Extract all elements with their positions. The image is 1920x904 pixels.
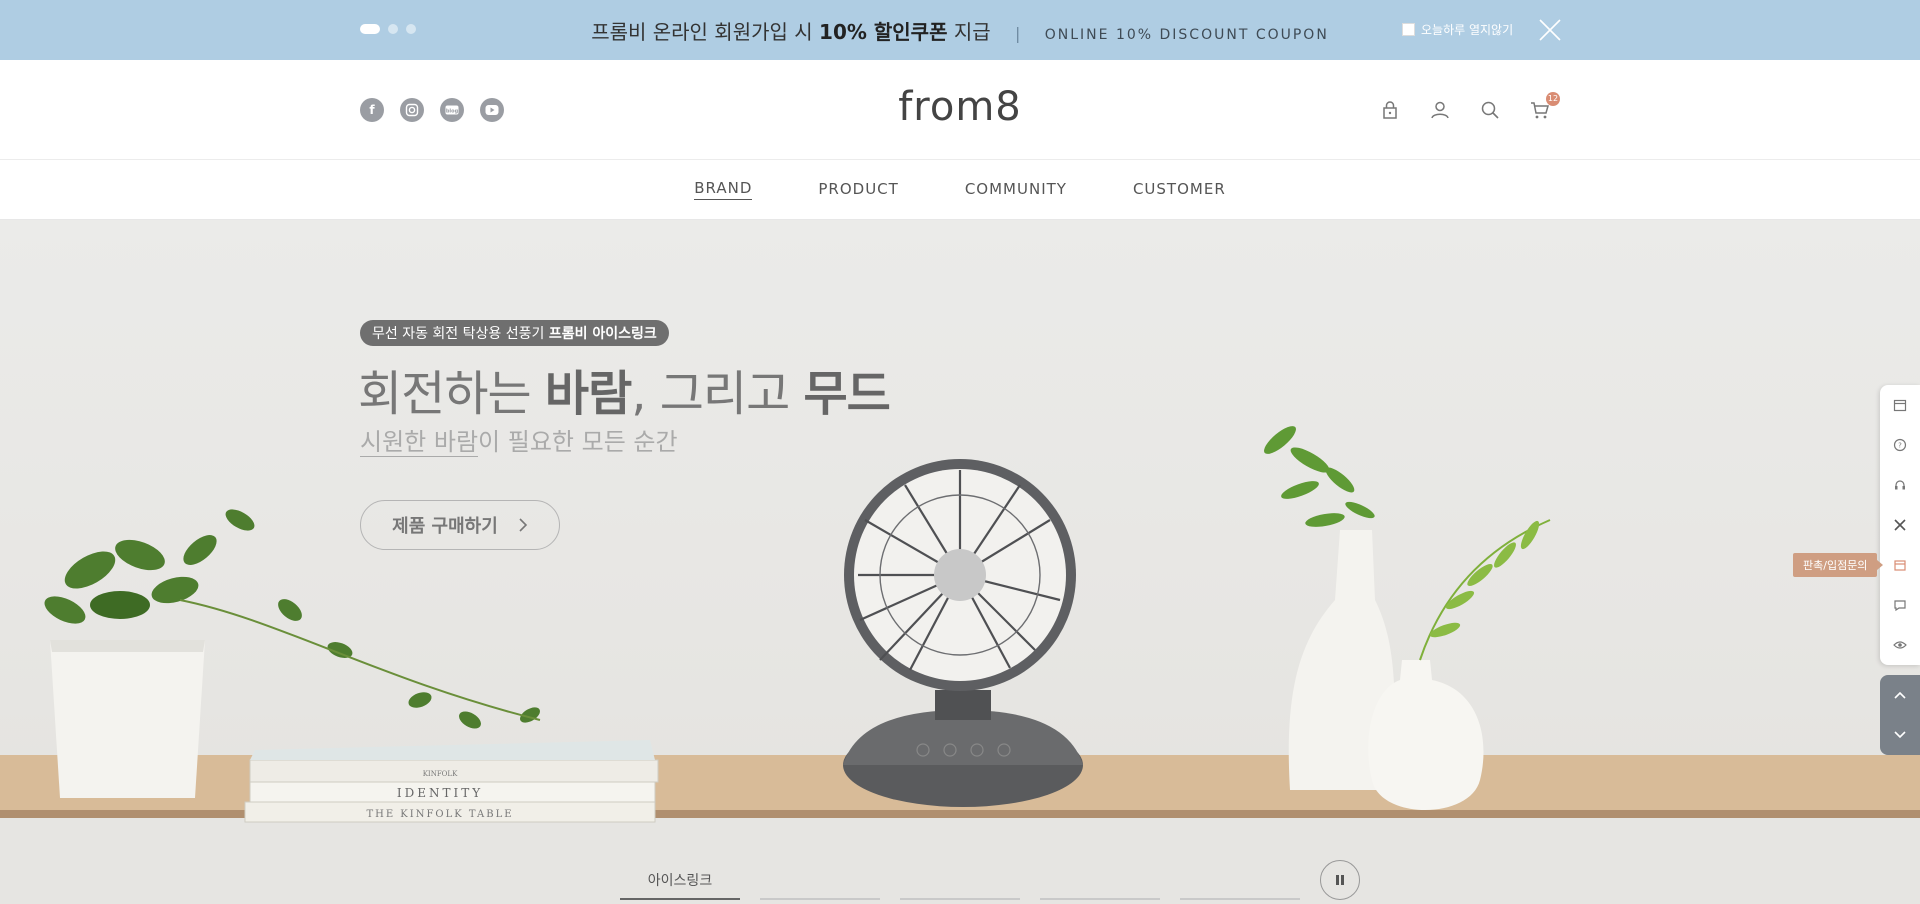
slider-tabs: 아이스링크: [620, 866, 1300, 900]
pill-product-name: 프롬비 아이스링크: [548, 326, 657, 342]
quick-menu: ?: [1880, 385, 1920, 665]
slider-tab[interactable]: [900, 866, 1020, 900]
chevron-right-icon: [519, 518, 527, 532]
headline-part-1: 회전하는: [358, 366, 545, 422]
calendar-icon[interactable]: [1880, 385, 1920, 425]
product-tag-pill: 무선 자동 회전 탁상용 선풍기 프롬비 아이스링크: [360, 320, 669, 346]
store-icon[interactable]: [1880, 545, 1920, 585]
help-icon[interactable]: ?: [1880, 425, 1920, 465]
eye-icon[interactable]: [1880, 625, 1920, 665]
hero-banner: KINFOLK IDENTITY THE KINFOLK TABLE 무선 자동…: [0, 220, 1920, 904]
promo-text[interactable]: 프롬비 온라인 회원가입 시 10% 할인쿠폰 지급 | ONLINE 10% …: [0, 16, 1920, 45]
user-icon[interactable]: [1428, 98, 1452, 122]
chevron-up-icon[interactable]: [1880, 675, 1920, 715]
main-nav: BRAND PRODUCT COMMUNITY CUSTOMER: [0, 160, 1920, 220]
quick-menu-tooltip: 판촉/입점문의: [1793, 553, 1884, 577]
sub-underlined: 시원한 바람: [360, 428, 479, 457]
nav-community[interactable]: COMMUNITY: [965, 180, 1067, 200]
cart-icon[interactable]: 12: [1528, 92, 1560, 122]
no-show-label: 오늘하루 열지않기: [1421, 23, 1514, 37]
promo-suffix: 지급: [947, 20, 991, 44]
headline-bold-2: 무드: [803, 366, 891, 422]
svg-text:THE KINFOLK TABLE: THE KINFOLK TABLE: [366, 809, 513, 820]
slider-tab[interactable]: 아이스링크: [620, 866, 740, 900]
vases-image: [1264, 426, 1551, 810]
header-utilities: 12: [1378, 92, 1560, 122]
sub-rest: 이 필요한 모든 순간: [478, 428, 678, 456]
fan-product-image: [843, 459, 1083, 807]
promo-bar: 프롬비 온라인 회원가입 시 10% 할인쿠폰 지급 | ONLINE 10% …: [0, 0, 1920, 60]
headline-bold-1: 바람: [544, 366, 632, 422]
slider-tab[interactable]: [1180, 866, 1300, 900]
pause-button[interactable]: [1320, 860, 1360, 900]
scroll-buttons: [1880, 675, 1920, 755]
svg-text:?: ?: [1898, 442, 1902, 450]
headset-icon[interactable]: [1880, 465, 1920, 505]
book-stack: KINFOLK IDENTITY THE KINFOLK TABLE: [244, 740, 659, 823]
cart-count-badge: 12: [1546, 92, 1560, 106]
slider-tab[interactable]: [760, 866, 880, 900]
hero-scene-image: KINFOLK IDENTITY THE KINFOLK TABLE: [0, 426, 1920, 904]
pill-prefix: 무선 자동 회전 탁상용 선풍기: [372, 326, 549, 342]
site-header: f blog from8 12: [0, 60, 1920, 160]
promo-bold: 10% 할인쿠폰: [819, 20, 948, 44]
chevron-down-icon[interactable]: [1880, 715, 1920, 755]
svg-text:KINFOLK: KINFOLK: [423, 770, 458, 778]
svg-text:IDENTITY: IDENTITY: [397, 786, 483, 800]
slider-tab[interactable]: [1040, 866, 1160, 900]
lock-icon[interactable]: [1378, 98, 1402, 122]
no-show-checkbox[interactable]: [1402, 23, 1415, 36]
promo-english: ONLINE 10% DISCOUNT COUPON: [1044, 27, 1329, 43]
nav-customer[interactable]: CUSTOMER: [1133, 180, 1226, 200]
pause-icon: [1336, 875, 1344, 885]
promo-prefix: 프롬비 온라인 회원가입 시: [591, 20, 820, 44]
site-logo[interactable]: from8: [0, 84, 1920, 130]
search-icon[interactable]: [1478, 98, 1502, 122]
no-show-today[interactable]: 오늘하루 열지않기: [1402, 21, 1513, 38]
buy-button-label: 제품 구매하기: [392, 516, 498, 537]
tools-icon[interactable]: [1880, 505, 1920, 545]
nav-product[interactable]: PRODUCT: [818, 180, 898, 200]
nav-brand[interactable]: BRAND: [694, 179, 753, 200]
chat-icon[interactable]: [1880, 585, 1920, 625]
hero-headline: 회전하는 바람, 그리고 무드: [358, 354, 891, 424]
hero-subheadline: 시원한 바람이 필요한 모든 순간: [360, 422, 678, 457]
close-icon[interactable]: [1538, 18, 1562, 42]
buy-product-button[interactable]: 제품 구매하기: [360, 500, 560, 550]
headline-part-2: , 그리고: [631, 366, 804, 422]
promo-separator: |: [1015, 24, 1021, 43]
